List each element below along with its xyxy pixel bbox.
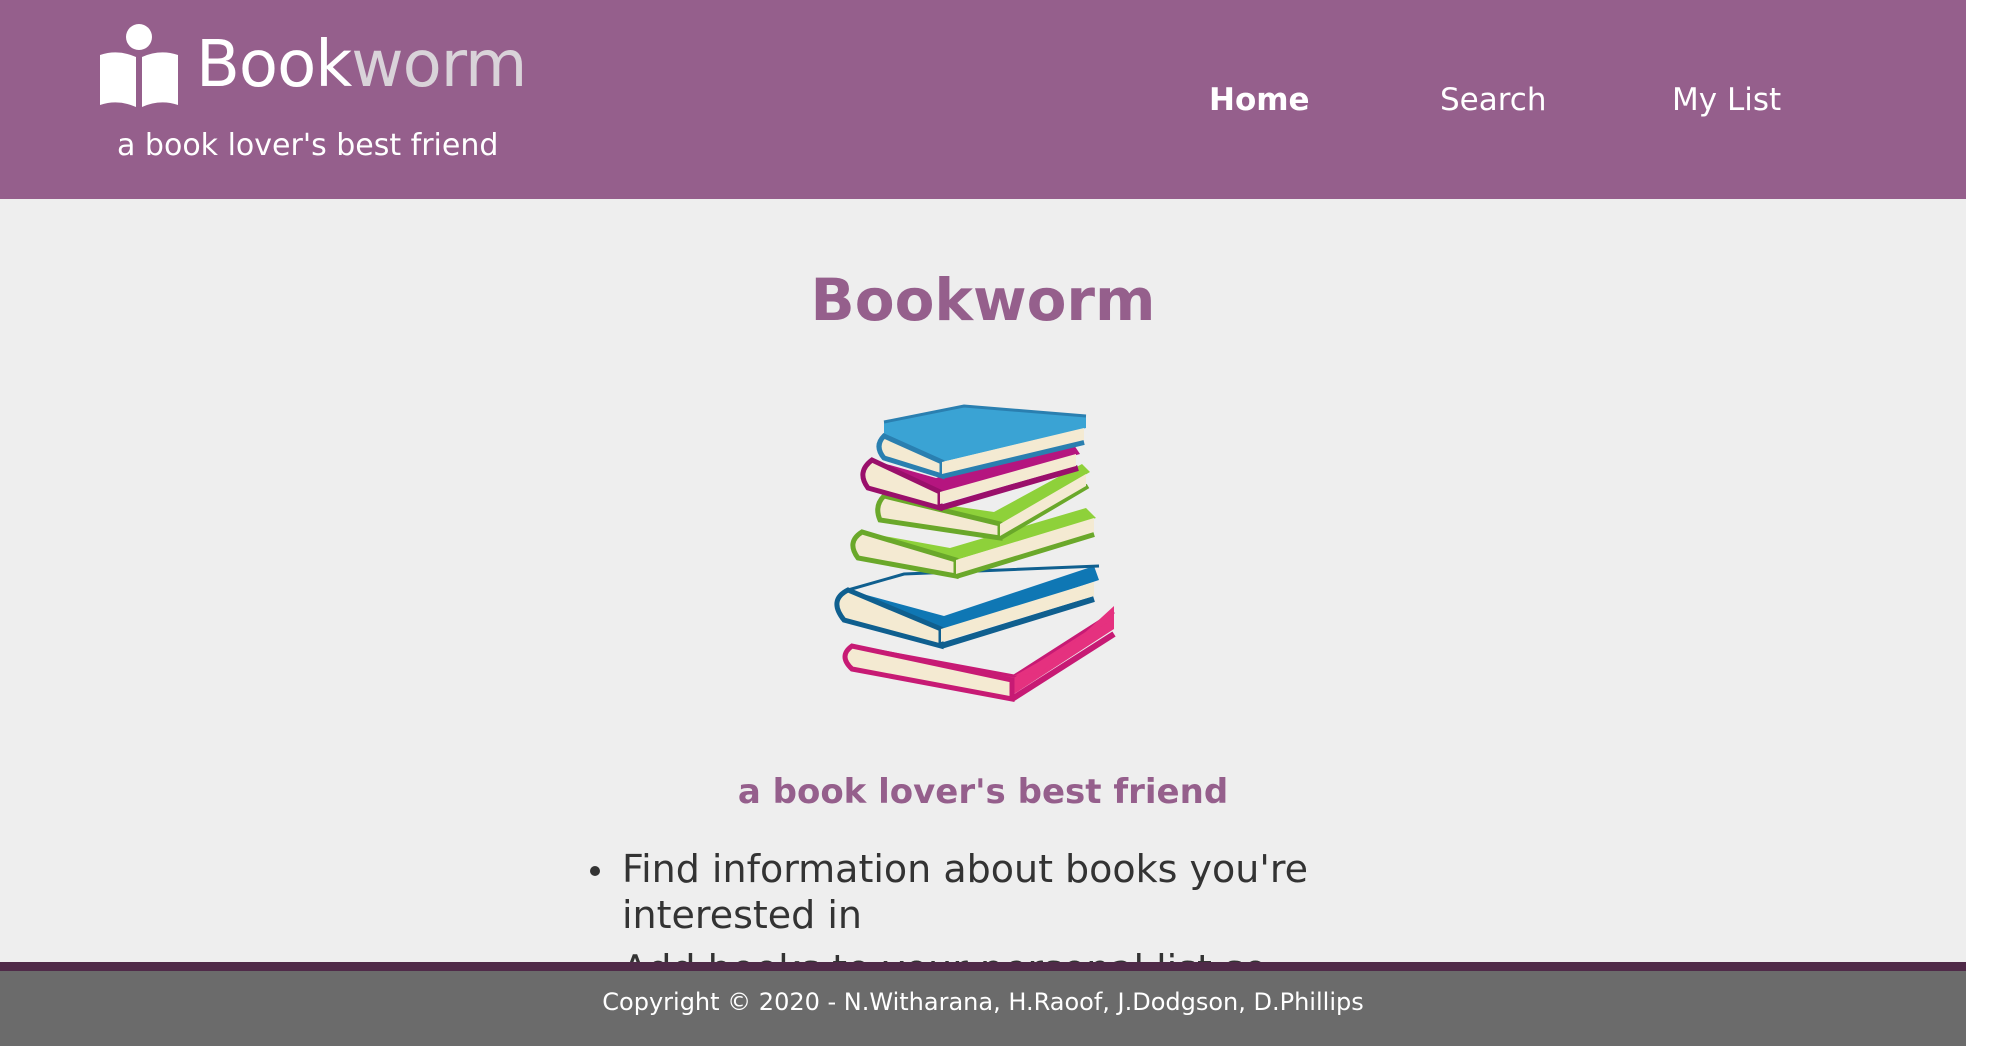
site-header: Bookworm a book lover's best friend Home… (0, 0, 1966, 199)
nav-home[interactable]: Home (1209, 82, 1310, 118)
main-nav: Home Search My List (0, 82, 1966, 122)
page-title: Bookworm (810, 266, 1156, 334)
footer-divider (0, 962, 1966, 971)
stack-of-books-illustration (834, 404, 1116, 703)
page: Bookworm a book lover's best friend Home… (0, 0, 1966, 1046)
site-footer: Copyright © 2020 - N.Witharana, H.Raoof,… (0, 971, 1966, 1046)
header-tagline: a book lover's best friend (117, 128, 499, 163)
feature-item: Find information about books you're inte… (590, 846, 1322, 938)
nav-search[interactable]: Search (1440, 82, 1547, 118)
home-tagline: a book lover's best friend (737, 772, 1229, 812)
nav-my-list[interactable]: My List (1672, 82, 1781, 118)
copyright-text: Copyright © 2020 - N.Witharana, H.Raoof,… (602, 988, 1364, 1016)
